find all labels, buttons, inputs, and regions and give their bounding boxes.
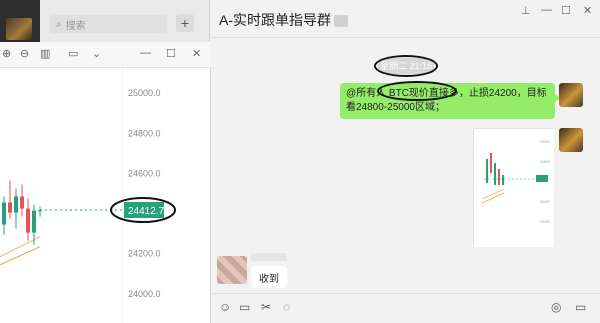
grid-icon[interactable]: ▥	[40, 47, 50, 60]
chat-window: A-实时跟单指导群 ⊥ — ☐ ✕ 星期二 21:16 @所有人 BTC现价直接…	[211, 0, 600, 323]
sender-name-blurred	[251, 253, 287, 261]
search-placeholder: 搜索	[65, 20, 86, 32]
candle-body	[32, 210, 36, 233]
svg-text:24800: 24800	[540, 160, 550, 164]
annotation-circle	[374, 55, 438, 77]
scissors-icon[interactable]: ✂	[261, 300, 271, 314]
chat-bubble-icon[interactable]: ◌	[283, 300, 290, 314]
candle-body	[26, 208, 30, 233]
close-button[interactable]: ✕	[192, 47, 201, 60]
chat-title-text: A-实时跟单指导群	[219, 12, 331, 28]
zoom-in-icon[interactable]: ⊕	[2, 47, 11, 60]
svg-text:25000: 25000	[540, 140, 550, 144]
chart-thumbnail: 25000 24800 24400 24200	[474, 129, 554, 247]
svg-text:24200: 24200	[540, 220, 550, 224]
app-root: ⌕ 搜索 + ⊕ ⊖ ▥ ▭ ⌄ — ☐ ✕ 25000.0 24800.0 246…	[0, 0, 600, 323]
input-toolbar: ☺ ▭ ✂ ◌ ◎ ▭	[211, 293, 600, 323]
pin-icon[interactable]: ⊥	[521, 4, 531, 17]
window-icon[interactable]: ▭	[68, 47, 78, 60]
maximize-button[interactable]: ☐	[166, 47, 176, 60]
chat-title: A-实时跟单指导群	[219, 10, 348, 30]
chevron-down-icon[interactable]: ⌄	[92, 47, 101, 60]
nav-sidebar	[0, 0, 40, 45]
my-avatar[interactable]	[559, 128, 583, 152]
received-message-bubble[interactable]: 收到	[251, 266, 287, 288]
chart-window: ⊕ ⊖ ▥ ▭ ⌄ — ☐ ✕ 25000.0 24800.0 24600.0 242…	[0, 42, 211, 323]
video-icon[interactable]: ▭	[575, 300, 586, 314]
user-avatar[interactable]	[6, 18, 32, 40]
zoom-out-icon[interactable]: ⊖	[20, 47, 29, 60]
image-message[interactable]: 25000 24800 24400 24200	[473, 128, 554, 247]
search-input[interactable]: ⌕ 搜索	[50, 15, 167, 33]
ma-line	[0, 246, 41, 266]
candle-body	[2, 202, 6, 225]
my-avatar[interactable]	[559, 83, 583, 107]
chart-toolbar: ⊕ ⊖ ▥ ▭ ⌄ — ☐ ✕	[0, 42, 211, 68]
close-button[interactable]: ✕	[583, 4, 592, 17]
minimize-button[interactable]: —	[541, 4, 552, 16]
annotation-circle	[377, 81, 457, 101]
maximize-button[interactable]: ☐	[561, 4, 571, 17]
y-tick-label: 24600.0	[128, 168, 161, 178]
y-tick-label: 24000.0	[128, 289, 161, 299]
candle-body	[20, 196, 24, 209]
message-list[interactable]: 星期二 21:16 @所有人 BTC现价直接多，止损24200，目标看24800…	[211, 38, 600, 293]
y-tick-label: 25000.0	[128, 88, 161, 98]
current-price-label: 24412.7	[128, 206, 165, 217]
y-tick-label: 24800.0	[128, 128, 161, 138]
minimize-button[interactable]: —	[140, 47, 151, 59]
contact-panel-header: ⌕ 搜索 +	[40, 0, 210, 45]
chat-header: A-实时跟单指导群 ⊥ — ☐ ✕	[211, 0, 600, 38]
y-tick-label: 24200.0	[128, 249, 161, 259]
svg-text:24400: 24400	[540, 200, 550, 204]
emoji-icon[interactable]: ☺	[219, 300, 231, 314]
add-button[interactable]: +	[176, 14, 194, 32]
blurred-title-suffix	[334, 15, 348, 28]
candle-body	[14, 196, 18, 213]
phone-icon[interactable]: ◎	[551, 300, 561, 314]
price-chart[interactable]: 25000.0 24800.0 24600.0 24200.0 24000.0 24412…	[0, 68, 211, 323]
candle-body	[8, 202, 12, 213]
folder-icon[interactable]: ▭	[239, 300, 250, 314]
search-icon: ⌕	[56, 18, 62, 30]
sender-avatar[interactable]	[217, 256, 247, 284]
